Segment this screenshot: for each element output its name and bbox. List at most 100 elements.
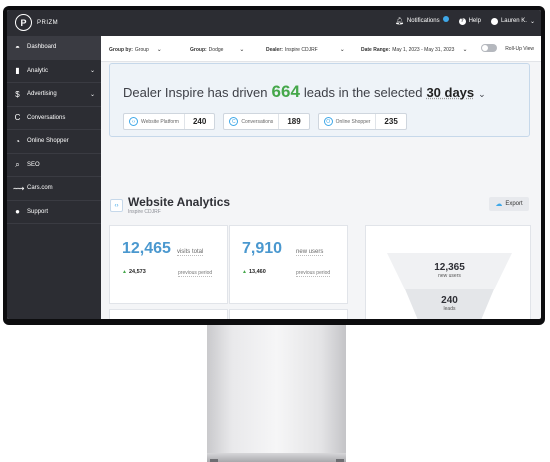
- chip-label-wrap: O Online Shopper: [319, 114, 377, 129]
- code-icon: ‹›: [129, 117, 138, 126]
- online-shopper-icon: O: [323, 117, 333, 126]
- conversation-c-icon: C: [14, 113, 21, 123]
- chevron-down-icon: ⌄: [89, 91, 95, 98]
- export-label: Export: [505, 201, 523, 207]
- sidebar-item-seo[interactable]: ⌕ SEO: [7, 154, 101, 177]
- logo-text: PRIZM: [37, 19, 59, 26]
- stat-previous: ▲ 24,573: [122, 269, 146, 275]
- dealer-label: Dealer:: [266, 46, 283, 53]
- sidebar-item-label: Advertising: [27, 91, 57, 98]
- stat-unit: visits total: [176, 249, 204, 256]
- leads-middle: leads in the selected: [303, 85, 423, 100]
- chevron-down-icon: ⌄: [156, 47, 162, 53]
- sidebar-item-cars-com[interactable]: ⟿ Cars.com: [7, 177, 101, 201]
- gauge-icon: ◓: [15, 42, 20, 52]
- funnel-stage-leads: 240 leads: [405, 289, 494, 319]
- dollar-icon: $: [15, 89, 20, 99]
- stat-main: 7,910 new users: [242, 240, 324, 258]
- stat-value: 7,910: [242, 240, 283, 257]
- funnel-value: 12,365: [434, 262, 465, 273]
- prizm-logo[interactable]: P PRIZM: [15, 14, 58, 31]
- notifications-label: Notifications: [406, 18, 440, 24]
- arrow-up-icon: ▲: [122, 269, 127, 275]
- filter-bar: Group by: Group ⌄ Group: Dodge ⌄ Dealer:…: [101, 36, 541, 62]
- sidebar-item-analytic[interactable]: ▮ Analytic ⌄: [7, 60, 101, 83]
- sidebar-item-label: Cars.com: [27, 185, 53, 192]
- sidebar: ◓ Dashboard ▮ Analytic ⌄ $ Advertising ⌄…: [7, 36, 101, 319]
- notification-badge: [442, 16, 449, 22]
- monitor-stand: [207, 325, 346, 453]
- leads-summary-line: Dealer Inspire has driven 664 leads in t…: [123, 82, 486, 102]
- sidebar-item-advertising[interactable]: $ Advertising ⌄: [7, 83, 101, 107]
- conversation-c-icon: C: [229, 117, 239, 126]
- export-button[interactable]: ☁ Export: [489, 197, 529, 211]
- lead-source-chips: ‹› Website Platform 240 C Conversations …: [123, 113, 407, 130]
- funnel-card: 12,365 new users 240 leads: [365, 225, 531, 319]
- chip-label-wrap: C Conversations: [224, 114, 280, 129]
- funnel-stage-new-users: 12,365 new users: [387, 253, 512, 289]
- roll-up-toggle[interactable]: [481, 44, 497, 52]
- stat-previous-label: previous period: [178, 270, 213, 277]
- monitor-stand-base: [207, 453, 346, 462]
- date-range-filter[interactable]: Date Range: May 1, 2023 - May 31, 2023 ⌄: [361, 46, 468, 54]
- user-menu[interactable]: Lauren K. ⌄: [490, 17, 535, 25]
- cloud-upload-icon: ☁: [495, 201, 503, 208]
- stat-previous: ▲ 13,460: [242, 269, 266, 275]
- sidebar-item-conversations[interactable]: C Conversations: [7, 107, 101, 130]
- period-selector[interactable]: 30 days: [426, 85, 474, 100]
- arrow-up-icon: ▲: [242, 269, 247, 275]
- notifications-button[interactable]: 🔔︎ Notifications: [395, 16, 449, 25]
- chip-label: Website Platform: [141, 118, 179, 125]
- sidebar-item-label: Analytic: [27, 67, 49, 74]
- chevron-down-icon[interactable]: ⌄: [478, 89, 486, 100]
- group-filter[interactable]: Group: Dodge ⌄: [190, 46, 245, 54]
- help-label: Help: [468, 18, 481, 24]
- group-by-value: Group: [134, 46, 149, 53]
- leads-total: 664: [271, 82, 300, 101]
- chip-value: 235: [384, 117, 398, 126]
- chevron-down-icon: ⌄: [529, 18, 535, 25]
- sidebar-item-online-shopper[interactable]: ◔ Online Shopper: [7, 130, 101, 154]
- group-by-filter[interactable]: Group by: Group ⌄: [109, 46, 162, 54]
- user-avatar-icon: [490, 17, 498, 25]
- chip-value: 240: [192, 117, 207, 126]
- top-navigation-bar: P PRIZM 🔔︎ Notifications ? Help Lauren K…: [7, 10, 541, 36]
- dealer-value: Inspire CDJRF: [284, 46, 318, 53]
- chip-label: Conversations: [241, 118, 274, 125]
- chevron-down-icon: ⌄: [239, 47, 245, 53]
- stat-card-placeholder: [229, 309, 348, 319]
- stat-card-visits: 12,465 visits total ▲ 24,573 previous pe…: [109, 225, 228, 304]
- dealer-filter[interactable]: Dealer: Inspire CDJRF ⌄: [266, 46, 345, 54]
- bar-chart-icon: ▮: [15, 66, 20, 76]
- stat-previous-label: previous period: [296, 270, 331, 277]
- lead-source-chip[interactable]: ‹› Website Platform 240: [123, 113, 216, 130]
- stat-previous-value: 13,460: [248, 269, 266, 275]
- section-title: Website Analytics: [128, 195, 231, 209]
- leads-prefix: Dealer Inspire has driven: [123, 85, 268, 100]
- lead-source-chip[interactable]: O Online Shopper 235: [317, 113, 407, 130]
- section-subtitle: Inspire CDJRF: [128, 209, 161, 215]
- date-range-value: May 1, 2023 - May 31, 2023: [392, 46, 455, 53]
- sidebar-item-support[interactable]: ● Support: [7, 201, 101, 224]
- group-value: Dodge: [208, 46, 224, 53]
- funnel-label: leads: [443, 306, 456, 312]
- chip-value: 189: [287, 117, 301, 126]
- chip-label: Online Shopper: [335, 118, 371, 125]
- person-icon: ●: [15, 207, 20, 217]
- funnel-label: new users: [438, 273, 461, 279]
- stat-card-new-users: 7,910 new users ▲ 13,460 previous period: [229, 225, 348, 304]
- sidebar-item-label: Conversations: [27, 114, 66, 121]
- bell-icon: 🔔︎: [395, 18, 404, 25]
- lead-source-chip[interactable]: C Conversations 189: [223, 113, 310, 130]
- stat-main: 12,465 visits total: [122, 240, 204, 258]
- chevron-down-icon: ⌄: [462, 47, 468, 53]
- help-button[interactable]: ? Help: [458, 17, 481, 25]
- sidebar-item-dashboard[interactable]: ◓ Dashboard: [7, 36, 101, 60]
- sidebar-item-label: Dashboard: [27, 44, 57, 51]
- stat-card-placeholder: [109, 309, 228, 319]
- sidebar-item-label: SEO: [27, 161, 40, 168]
- stat-previous-value: 24,573: [128, 269, 146, 275]
- online-shopper-icon: ◔: [15, 136, 20, 146]
- top-right-menu: 🔔︎ Notifications ? Help Lauren K. ⌄: [395, 16, 535, 25]
- code-icon: ‹›: [110, 199, 123, 212]
